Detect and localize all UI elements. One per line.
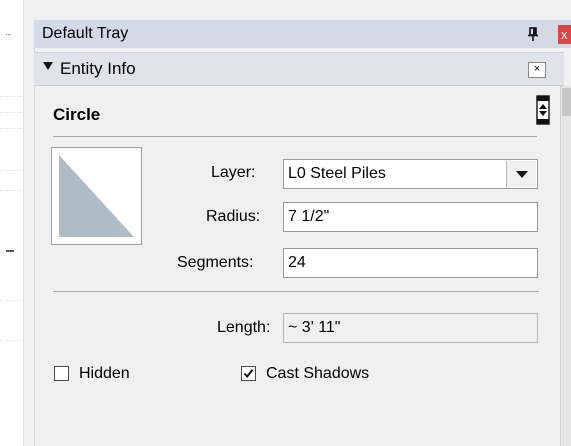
strip-guide-line bbox=[0, 96, 22, 97]
strip-guide-line bbox=[0, 340, 22, 341]
toolbar-tick-mark bbox=[6, 250, 14, 252]
strip-guide-line bbox=[0, 300, 22, 301]
section-divider bbox=[53, 291, 539, 292]
layer-label: Layer: bbox=[211, 164, 256, 181]
tray-close-button[interactable]: x bbox=[558, 25, 571, 44]
scrollbar-thumb[interactable] bbox=[562, 88, 571, 116]
cast-shadows-checkbox[interactable] bbox=[241, 366, 256, 381]
segments-label: Segments: bbox=[177, 254, 254, 271]
chevron-down-icon bbox=[516, 171, 528, 178]
header-divider bbox=[53, 136, 537, 137]
material-swatch[interactable] bbox=[51, 147, 142, 245]
segments-input[interactable]: 24 bbox=[283, 248, 538, 278]
toggle-details-icon[interactable] bbox=[536, 95, 550, 125]
scrollbar-track[interactable] bbox=[560, 86, 571, 446]
layer-dropdown-button[interactable] bbox=[506, 161, 536, 187]
radius-label: Radius: bbox=[206, 208, 261, 225]
arrow-down-icon[interactable] bbox=[43, 62, 53, 70]
hidden-checkbox[interactable] bbox=[54, 366, 69, 381]
radius-input[interactable]: 7 1/2" bbox=[283, 202, 538, 232]
cast-shadows-label[interactable]: Cast Shadows bbox=[266, 364, 369, 384]
toolbar-grip-mark bbox=[6, 34, 11, 39]
strip-guide-line bbox=[0, 112, 22, 113]
strip-guide-line bbox=[0, 170, 22, 171]
pin-icon[interactable] bbox=[527, 27, 539, 42]
tray-title: Default Tray bbox=[42, 25, 129, 42]
entity-type-label: Circle bbox=[53, 105, 101, 124]
strip-guide-line bbox=[0, 128, 22, 129]
length-field: ~ 3' 11" bbox=[283, 313, 538, 343]
hidden-label[interactable]: Hidden bbox=[79, 364, 130, 384]
panel-title: Entity Info bbox=[60, 59, 136, 78]
length-label: Length: bbox=[217, 319, 271, 336]
layer-select[interactable]: L0 Steel Piles bbox=[283, 159, 538, 189]
left-toolbar-strip bbox=[0, 0, 24, 446]
strip-guide-line bbox=[0, 190, 22, 191]
panel-close-button[interactable]: × bbox=[528, 62, 546, 78]
checkmark-icon bbox=[243, 369, 254, 379]
